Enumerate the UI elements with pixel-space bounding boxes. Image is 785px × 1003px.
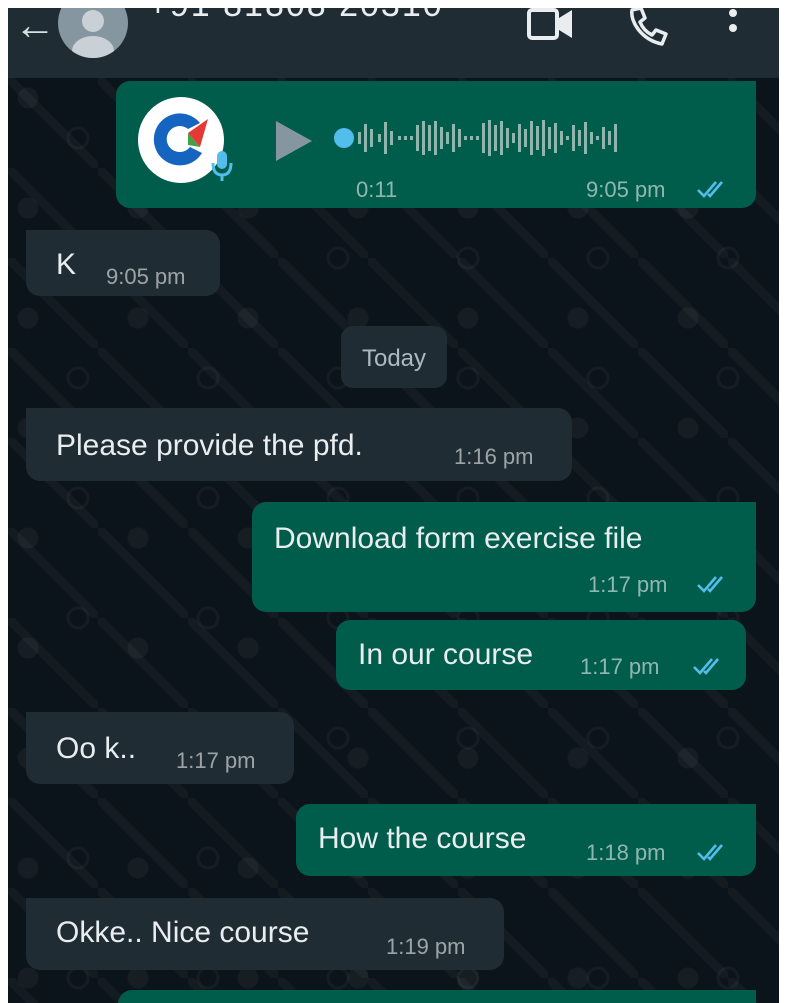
- double-check-icon: [693, 658, 719, 675]
- message-time: 1:17 pm: [176, 748, 256, 773]
- double-check-icon: [697, 576, 723, 593]
- incoming-message[interactable]: K 9:05 pm: [26, 230, 220, 296]
- message-text: Okke.. Nice course: [56, 916, 310, 949]
- double-check-icon: [697, 181, 723, 198]
- video-call-icon[interactable]: [526, 8, 576, 42]
- date-separator-label: Today: [361, 345, 427, 372]
- voice-duration: 0:11: [356, 177, 398, 202]
- playback-position-dot[interactable]: [334, 128, 354, 148]
- play-icon[interactable]: [274, 119, 314, 168]
- message-time: 1:17 pm: [588, 572, 668, 597]
- message-time: 1:18 pm: [586, 840, 666, 865]
- message-time: 9:05 pm: [586, 177, 666, 202]
- message-time: 1:17 pm: [580, 654, 660, 679]
- more-options-icon[interactable]: [726, 8, 740, 48]
- message-text: How the course: [318, 822, 527, 855]
- message-text: Oo k..: [56, 732, 137, 765]
- message-time: 9:05 pm: [106, 264, 186, 289]
- message-text: Please provide the pfd.: [56, 429, 363, 462]
- double-check-icon: [697, 844, 723, 861]
- chat-header: ← +91 81808 20310: [8, 8, 779, 78]
- contact-avatar[interactable]: [58, 8, 128, 58]
- microphone-icon: [211, 149, 233, 188]
- outgoing-message[interactable]: In our course 1:17 pm: [336, 620, 746, 690]
- date-separator: Today: [341, 326, 447, 388]
- outgoing-message[interactable]: [118, 990, 756, 1003]
- chat-screen: ← +91 81808 20310: [8, 8, 779, 1003]
- incoming-message[interactable]: Oo k.. 1:17 pm: [26, 712, 294, 784]
- back-arrow-icon[interactable]: ←: [14, 8, 56, 46]
- message-time: 1:16 pm: [454, 444, 534, 469]
- audio-waveform[interactable]: [356, 115, 726, 161]
- outgoing-message[interactable]: Download form exercise file 1:17 pm: [252, 502, 756, 612]
- message-text: K: [56, 248, 77, 281]
- message-text: Download form exercise file: [274, 522, 643, 555]
- phone-call-icon[interactable]: [628, 8, 670, 48]
- incoming-message[interactable]: Okke.. Nice course 1:19 pm: [26, 898, 504, 970]
- incoming-message[interactable]: Please provide the pfd. 1:16 pm: [26, 408, 572, 481]
- message-time: 1:19 pm: [386, 934, 466, 959]
- outgoing-message[interactable]: How the course 1:18 pm: [296, 804, 756, 876]
- message-text: In our course: [358, 638, 534, 671]
- contact-name[interactable]: +91 81808 20310: [148, 8, 444, 25]
- voice-message-bubble[interactable]: 0:11 9:05 pm: [116, 81, 756, 208]
